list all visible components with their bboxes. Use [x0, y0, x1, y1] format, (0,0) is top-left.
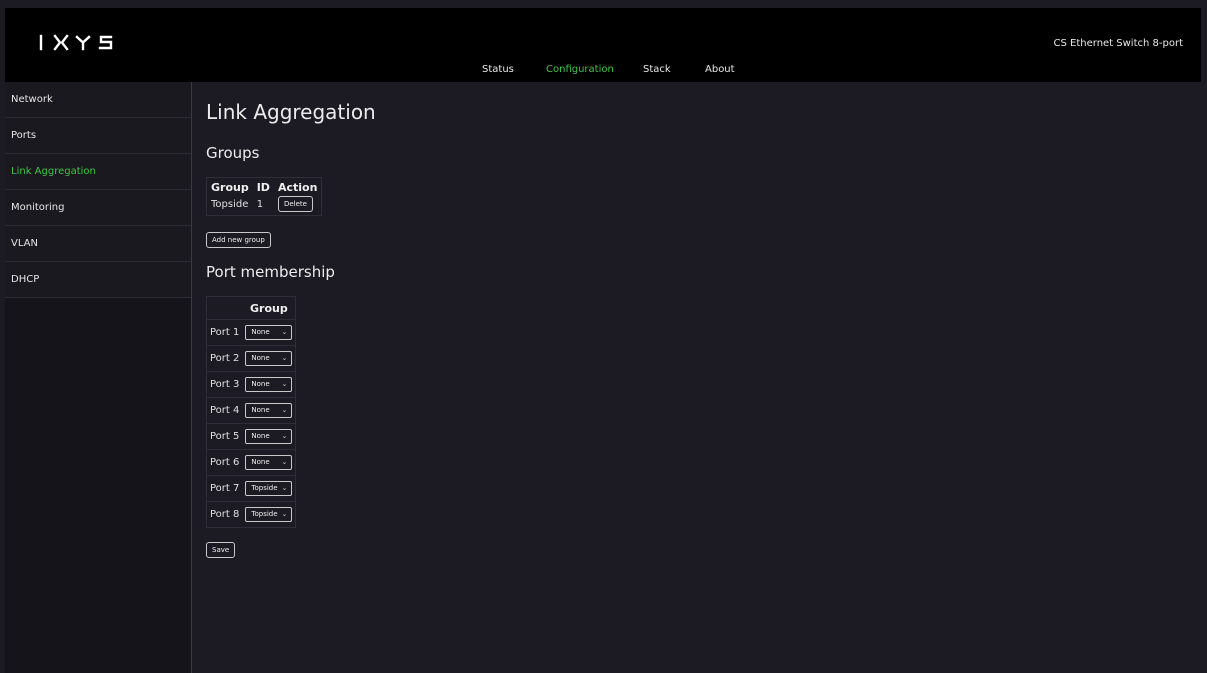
page-title: Link Aggregation [206, 100, 376, 124]
port-label: Port 4 [206, 397, 243, 424]
table-row: Port 2 None ⌄ [206, 345, 296, 372]
device-name: CS Ethernet Switch 8-port [1053, 38, 1183, 49]
select-value: None [251, 458, 270, 466]
port-7-group-select[interactable]: Topside ⌄ [245, 481, 293, 496]
select-value: None [251, 328, 270, 336]
table-row: Port 6 None ⌄ [206, 449, 296, 476]
port-8-group-select[interactable]: Topside ⌄ [245, 507, 293, 522]
column-header-id: ID [256, 181, 270, 194]
chevron-down-icon: ⌄ [281, 432, 288, 440]
port-label: Port 5 [206, 423, 243, 450]
sidebar-item-vlan[interactable]: VLAN [5, 226, 191, 262]
chevron-down-icon: ⌄ [281, 484, 288, 492]
group-name-cell: Topside [211, 198, 249, 210]
table-row: Topside 1 Delete [207, 195, 322, 216]
main-nav: Status Configuration Stack About [5, 64, 1201, 80]
column-header-empty [207, 297, 243, 320]
select-value: None [251, 432, 270, 440]
chevron-down-icon: ⌄ [281, 458, 288, 466]
chevron-down-icon: ⌄ [281, 406, 288, 414]
table-row: Port 8 Topside ⌄ [206, 501, 296, 528]
port-label: Port 3 [206, 371, 243, 398]
groups-heading: Groups [206, 144, 260, 162]
sidebar-item-monitoring[interactable]: Monitoring [5, 190, 191, 226]
port-4-group-select[interactable]: None ⌄ [245, 403, 293, 418]
table-row: Port 4 None ⌄ [206, 397, 296, 424]
chevron-down-icon: ⌄ [281, 380, 288, 388]
port-1-group-select[interactable]: None ⌄ [245, 325, 293, 340]
page: Status Configuration Stack About CS Ethe… [0, 0, 1207, 673]
table-row: Port 1 None ⌄ [206, 319, 296, 346]
port-3-group-select[interactable]: None ⌄ [245, 377, 293, 392]
top-bar: Status Configuration Stack About CS Ethe… [5, 8, 1201, 82]
port-label: Port 6 [206, 449, 243, 476]
sidebar: Network Ports Link Aggregation Monitorin… [5, 82, 192, 673]
port-6-group-select[interactable]: None ⌄ [245, 455, 293, 470]
sidebar-item-dhcp[interactable]: DHCP [5, 262, 191, 298]
groups-table: Group ID Action Topside 1 Delete [206, 177, 323, 216]
select-value: Topside [251, 510, 278, 518]
group-action-cell: Delete [274, 195, 322, 216]
port-membership-table: Group Port 1 None ⌄ Port 2 None ⌄ Port 3 N… [206, 296, 297, 528]
select-value: None [251, 406, 270, 414]
add-group-button[interactable]: Add new group [206, 232, 271, 248]
column-header-group: Group [250, 301, 288, 315]
chevron-down-icon: ⌄ [281, 510, 288, 518]
save-button[interactable]: Save [206, 542, 236, 558]
nav-configuration[interactable]: Configuration [546, 64, 614, 75]
group-id-cell: 1 [256, 198, 264, 210]
sidebar-item-ports[interactable]: Ports [5, 118, 191, 154]
port-label: Port 7 [206, 475, 243, 502]
port-label: Port 8 [206, 501, 243, 528]
sidebar-item-link-aggregation[interactable]: Link Aggregation [5, 154, 191, 190]
table-row: Port 7 Topside ⌄ [206, 475, 296, 502]
table-row: Port 3 None ⌄ [206, 371, 296, 398]
chevron-down-icon: ⌄ [281, 328, 288, 336]
logo [39, 34, 113, 51]
column-header-action: Action [277, 181, 318, 194]
sidebar-item-network[interactable]: Network [5, 82, 191, 118]
port-label: Port 2 [206, 345, 243, 372]
table-row: Port 5 None ⌄ [206, 423, 296, 450]
nav-stack[interactable]: Stack [643, 64, 671, 75]
column-header-group: Group [211, 181, 249, 194]
nav-status[interactable]: Status [482, 64, 514, 75]
select-value: None [251, 354, 270, 362]
delete-group-button[interactable]: Delete [277, 196, 313, 212]
nav-about[interactable]: About [705, 64, 735, 75]
port-2-group-select[interactable]: None ⌄ [245, 351, 293, 366]
select-value: Topside [251, 484, 278, 492]
port-5-group-select[interactable]: None ⌄ [245, 429, 293, 444]
port-label: Port 1 [206, 319, 243, 346]
select-value: None [251, 380, 270, 388]
chevron-down-icon: ⌄ [281, 354, 288, 362]
port-membership-heading: Port membership [206, 263, 335, 281]
